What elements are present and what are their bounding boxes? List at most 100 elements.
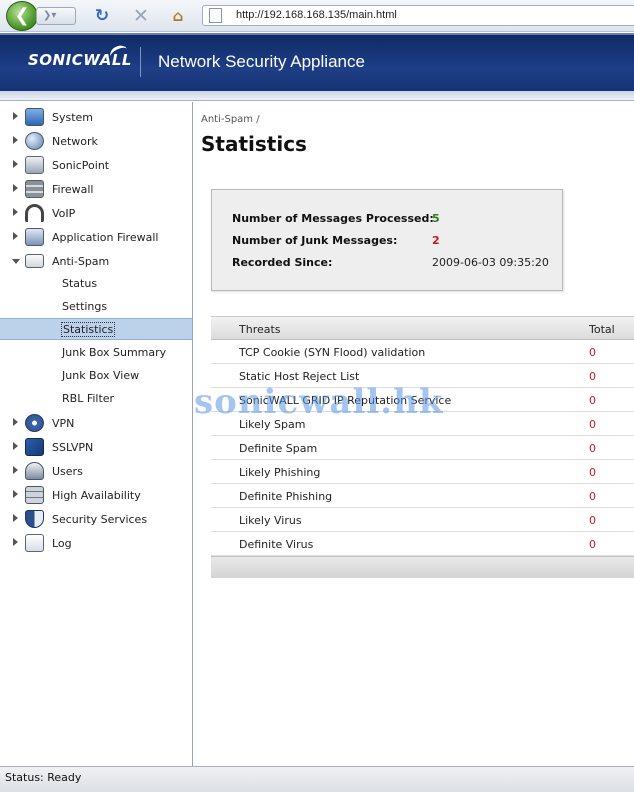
threat-name: Likely Virus [239, 514, 302, 527]
column-header-threats[interactable]: Threats [239, 323, 281, 336]
sidebar-item-anti-spam[interactable]: Anti-Spam [0, 251, 192, 273]
app-window: ❮ ❯▾ ↻ ✕ ⌂ http://192.168.168.135/main.h… [0, 0, 634, 792]
lock-icon [25, 414, 44, 432]
summary-row-since: Recorded Since: 2009-06-03 09:35:20 [232, 256, 552, 272]
table-row: TCP Cookie (SYN Flood) validation 0 [211, 340, 634, 364]
since-label: Recorded Since: [232, 256, 333, 269]
expand-arrow-icon[interactable] [13, 514, 18, 522]
sidebar-nav: System Network SonicPoint Firewall VoIP … [0, 102, 193, 766]
threat-name: TCP Cookie (SYN Flood) validation [239, 346, 426, 359]
sidebar-item-users[interactable]: Users [0, 461, 192, 483]
sidebar-item-label: Firewall [52, 183, 94, 196]
sidebar-item-firewall[interactable]: Firewall [0, 179, 192, 201]
expand-arrow-icon[interactable] [13, 136, 18, 144]
sidebar-item-system[interactable]: System [0, 107, 192, 129]
threat-total: 0 [589, 538, 596, 551]
log-search-icon [25, 534, 44, 552]
home-icon[interactable]: ⌂ [167, 5, 189, 27]
product-title: Network Security Appliance [158, 52, 365, 71]
forward-button[interactable]: ❯▾ [36, 7, 76, 25]
server-icon [25, 486, 44, 504]
banner-divider [140, 47, 141, 77]
junk-value: 2 [432, 234, 440, 247]
sidebar-item-application-firewall[interactable]: Application Firewall [0, 227, 192, 249]
sidebar-subitem-junk-box-view[interactable]: Junk Box View [0, 365, 192, 387]
back-arrow-icon: ❮ [14, 5, 30, 26]
sslvpn-icon [25, 438, 44, 456]
junk-label: Number of Junk Messages: [232, 234, 398, 247]
sidebar-item-label: System [52, 111, 94, 124]
column-header-total[interactable]: Total [589, 323, 615, 336]
expand-arrow-icon[interactable] [13, 208, 18, 216]
expand-arrow-icon[interactable] [13, 184, 18, 192]
sidebar-subitem-label: RBL Filter [62, 392, 115, 405]
sidebar-subitem-status[interactable]: Status [0, 273, 192, 295]
stop-icon[interactable]: ✕ [130, 5, 152, 27]
threat-total: 0 [589, 346, 596, 359]
status-text: Status: Ready [5, 771, 82, 784]
expand-arrow-icon[interactable] [13, 442, 18, 450]
expand-arrow-icon[interactable] [13, 232, 18, 240]
app-firewall-icon [25, 228, 44, 246]
globe-icon [25, 132, 44, 150]
sidebar-item-label: SSLVPN [52, 441, 94, 454]
sidebar-item-label: Network [52, 135, 98, 148]
threat-name: Definite Virus [239, 538, 314, 551]
sidebar-item-network[interactable]: Network [0, 131, 192, 153]
expand-arrow-icon[interactable] [13, 160, 18, 168]
processed-value: 5 [432, 212, 440, 225]
sidebar-subitem-rbl-filter[interactable]: RBL Filter [0, 388, 192, 410]
sidebar-item-label: Security Services [52, 513, 148, 526]
expand-arrow-icon[interactable] [13, 490, 18, 498]
since-value: 2009-06-03 09:35:20 [432, 256, 549, 269]
sidebar-item-sonicpoint[interactable]: SonicPoint [0, 155, 192, 177]
sidebar-item-label: SonicPoint [52, 159, 110, 172]
table-row: Definite Spam 0 [211, 436, 634, 460]
threat-total: 0 [589, 442, 596, 455]
sidebar-item-label: VPN [52, 417, 75, 430]
sidebar-item-label: Log [52, 537, 72, 550]
sidebar-subitem-label: Statistics [61, 322, 116, 337]
header-banner: SONICWALL Network Security Appliance [0, 33, 634, 91]
table-row: Likely Phishing 0 [211, 460, 634, 484]
sidebar-item-label: Users [52, 465, 83, 478]
expand-arrow-icon[interactable] [13, 538, 18, 546]
threat-total: 0 [589, 466, 596, 479]
sidebar-subitem-statistics[interactable]: Statistics [0, 318, 192, 340]
address-text[interactable]: http://192.168.168.135/main.html [236, 9, 397, 21]
sidebar-subitem-settings[interactable]: Settings [0, 296, 192, 318]
monitor-icon [25, 108, 44, 126]
expand-arrow-icon[interactable] [13, 466, 18, 474]
breadcrumb: Anti-Spam / [201, 114, 260, 125]
sidebar-item-sslvpn[interactable]: SSLVPN [0, 437, 192, 459]
refresh-icon[interactable]: ↻ [91, 5, 113, 27]
sidebar-item-log[interactable]: Log [0, 533, 192, 555]
expand-arrow-icon[interactable] [13, 112, 18, 120]
sidebar-item-label: Anti-Spam [52, 255, 110, 268]
expand-arrow-icon[interactable] [13, 418, 18, 426]
sidebar-item-vpn[interactable]: VPN [0, 413, 192, 435]
table-row: Likely Virus 0 [211, 508, 634, 532]
sidebar-item-high-availability[interactable]: High Availability [0, 485, 192, 507]
sidebar-item-voip[interactable]: VoIP [0, 203, 192, 225]
shield-icon [25, 510, 44, 528]
threat-total: 0 [589, 514, 596, 527]
summary-row-processed: Number of Messages Processed: 5 [232, 212, 552, 228]
threat-total: 0 [589, 490, 596, 503]
collapse-arrow-icon[interactable] [12, 259, 20, 264]
address-bar[interactable]: http://192.168.168.135/main.html [202, 5, 634, 26]
sidebar-item-label: Application Firewall [52, 231, 159, 244]
firewall-icon [25, 180, 44, 198]
sidebar-subitem-junk-box-summary[interactable]: Junk Box Summary [0, 342, 192, 364]
users-icon [25, 462, 44, 480]
main-content: Anti-Spam / Statistics Number of Message… [194, 102, 634, 766]
browser-toolbar: ❮ ❯▾ ↻ ✕ ⌂ http://192.168.168.135/main.h… [0, 0, 634, 32]
table-row: Definite Phishing 0 [211, 484, 634, 508]
summary-row-junk: Number of Junk Messages: 2 [232, 234, 552, 250]
back-button[interactable]: ❮ [6, 1, 38, 31]
table-footer [211, 556, 634, 578]
threat-name: Definite Phishing [239, 490, 333, 503]
sidebar-item-security-services[interactable]: Security Services [0, 509, 192, 531]
headset-icon [25, 204, 44, 222]
forward-arrow-icon: ❯▾ [43, 10, 57, 21]
